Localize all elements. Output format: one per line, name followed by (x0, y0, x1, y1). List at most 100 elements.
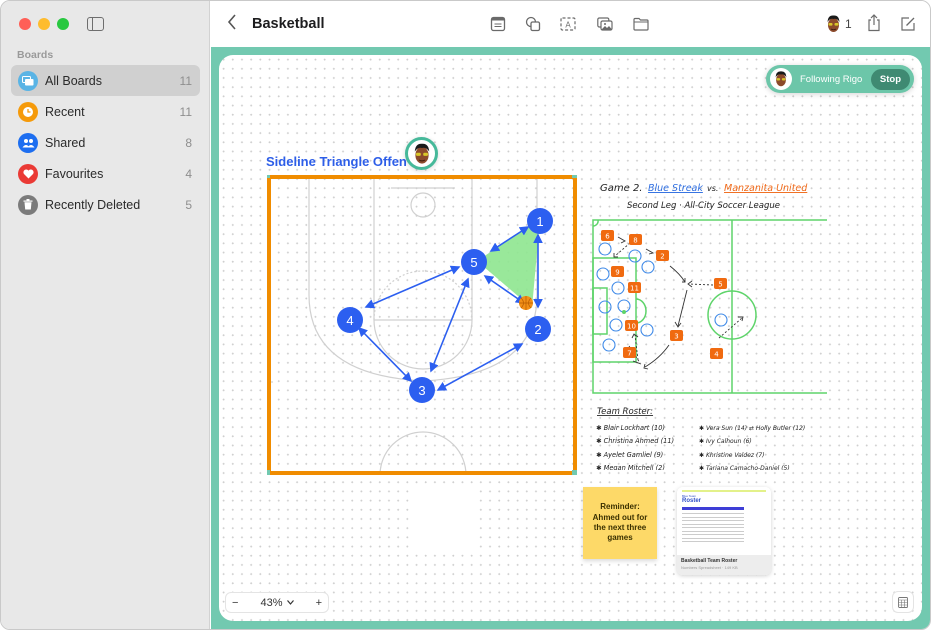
basketball-icon[interactable] (519, 296, 533, 310)
player-number: 5 (470, 255, 477, 270)
board-canvas[interactable]: Following Rigo Stop Sideline Triangle Of… (219, 55, 922, 621)
folder-icon[interactable] (633, 16, 649, 32)
player-marker[interactable]: 1 (527, 208, 553, 234)
game-subtitle: Second Leg · All-City Soccer League (627, 201, 780, 211)
player-marker-badge: 11 (628, 282, 641, 293)
sidebar-item-favourites[interactable]: Favourites 4 (11, 158, 200, 189)
player-number: 3 (418, 383, 425, 398)
sidebar-item-label: Favourites (45, 166, 104, 181)
close-window-button[interactable] (19, 18, 31, 30)
stop-following-button[interactable]: Stop (870, 68, 910, 90)
court-title[interactable]: Sideline Triangle Offen (266, 154, 407, 169)
sidebar-item-label: All Boards (45, 73, 102, 88)
player-marker-badge: 2 (656, 250, 669, 261)
grid-toggle-button[interactable] (892, 591, 914, 613)
app-window: Boards All Boards 11 Recent 11 Shared 8 … (0, 0, 931, 630)
text-box-icon[interactable]: A (560, 16, 576, 32)
toolbar: Basketball A 1 (211, 1, 930, 48)
sidebar-item-all-boards[interactable]: All Boards 11 (11, 65, 200, 96)
svg-text:3: 3 (674, 333, 678, 341)
court-collaborator-avatar-icon (405, 137, 438, 170)
player-marker-badge: 8 (629, 234, 642, 245)
svg-text:8: 8 (633, 237, 637, 245)
following-text: Following Rigo (800, 73, 863, 85)
zoom-in-button[interactable]: + (316, 597, 322, 609)
svg-text:6: 6 (605, 233, 610, 241)
collaborator-avatar-icon (827, 15, 840, 32)
zoom-out-button[interactable]: − (232, 597, 238, 609)
zoom-control: − 43% + (225, 592, 329, 613)
grid-icon (898, 596, 908, 608)
roster-entry: ✱ Ayelet Gamliel (9) (596, 451, 663, 459)
media-icon[interactable] (597, 16, 613, 32)
roster-entry: ✱ Blair Lockhart (10) (596, 424, 665, 432)
minimize-window-button[interactable] (38, 18, 50, 30)
canvas-frame: Following Rigo Stop Sideline Triangle Of… (211, 47, 930, 629)
player-number: 2 (534, 322, 541, 337)
file-preview: Blue Team Roster (677, 487, 771, 553)
player-marker[interactable]: 2 (525, 316, 551, 342)
player-marker[interactable]: 4 (337, 307, 363, 333)
zoom-level-dropdown[interactable]: 43% (260, 596, 294, 609)
window-controls (19, 18, 69, 30)
trash-icon (18, 194, 38, 215)
sidebar-item-count: 8 (185, 135, 192, 150)
player-marker-badge: 10 (625, 320, 638, 331)
player-marker-badge: 3 (670, 330, 683, 341)
svg-text:11: 11 (630, 285, 639, 293)
maximize-window-button[interactable] (57, 18, 69, 30)
clock-icon (18, 101, 38, 122)
svg-text:7: 7 (627, 350, 631, 358)
sidebar-item-recent[interactable]: Recent 11 (11, 96, 200, 127)
chevron-left-icon[interactable] (227, 14, 237, 34)
player-marker[interactable]: 5 (461, 249, 487, 275)
share-icon[interactable] (866, 14, 882, 32)
svg-text:2: 2 (660, 253, 664, 261)
svg-text:4: 4 (714, 351, 719, 359)
svg-text:5: 5 (718, 281, 722, 289)
player-marker[interactable]: 3 (409, 377, 435, 403)
note-icon[interactable] (490, 16, 506, 32)
people-icon (18, 132, 38, 153)
player-marker-badge: 7 (623, 347, 636, 358)
soccer-ball (622, 310, 626, 314)
roster-entry: ✱ Megan Mitchell (2) (596, 464, 665, 470)
player-marker-badge: 5 (714, 278, 727, 289)
heart-icon (18, 163, 38, 184)
sidebar-item-shared[interactable]: Shared 8 (11, 127, 200, 158)
soccer-game-plan[interactable]: Game 2. Blue Streak vs. Manzanita United… (587, 170, 827, 470)
zoom-level: 43% (260, 596, 283, 609)
player-number: 1 (536, 214, 543, 229)
svg-text:A: A (565, 21, 571, 30)
roster-title: Team Roster: (597, 407, 653, 417)
soccer-field-lines (592, 219, 827, 394)
sidebar-item-label: Recently Deleted (45, 197, 141, 212)
player-number: 4 (346, 313, 353, 328)
vs-label: vs. (707, 184, 718, 193)
sidebar-item-count: 11 (179, 104, 192, 119)
compose-icon[interactable] (900, 16, 916, 32)
file-attachment-card[interactable]: Blue Team Roster Basketball Team Roster … (677, 487, 771, 575)
sidebar-item-label: Shared (45, 135, 86, 150)
sidebar-item-label: Recent (45, 104, 85, 119)
roster-entry: ✱ Christina Ahmed (11) (596, 437, 674, 445)
chevron-down-icon (286, 600, 294, 605)
player-marker-badge: 4 (710, 348, 723, 359)
file-footer: Basketball Team Roster Numbers Spreadshe… (677, 555, 771, 575)
collaborator-count: 1 (845, 17, 852, 31)
player-markers: 6 8 2 9 11 5 10 3 7 4 (601, 230, 727, 359)
preview-table (682, 507, 744, 542)
roster-entry: ✱ Tariana Camacho-Daniel (5) (699, 465, 790, 470)
shapes-icon[interactable] (525, 16, 541, 32)
following-indicator: Following Rigo Stop (766, 65, 914, 93)
blank-card[interactable] (411, 489, 473, 553)
basketball-court-diagram[interactable]: 1 2 3 4 5 (267, 175, 577, 475)
sidebar-section-label: Boards (17, 49, 54, 61)
sticky-note[interactable]: Reminder: Ahmed out for the next three g… (583, 487, 657, 559)
collaborators-button[interactable]: 1 (825, 14, 852, 34)
sidebar-item-count: 4 (185, 166, 192, 181)
file-meta: Numbers Spreadsheet · 149 KB (681, 565, 738, 570)
sidebar-toggle-icon[interactable] (87, 17, 104, 31)
sidebar-item-recently-deleted[interactable]: Recently Deleted 5 (11, 189, 200, 220)
following-avatar-icon (770, 68, 792, 90)
